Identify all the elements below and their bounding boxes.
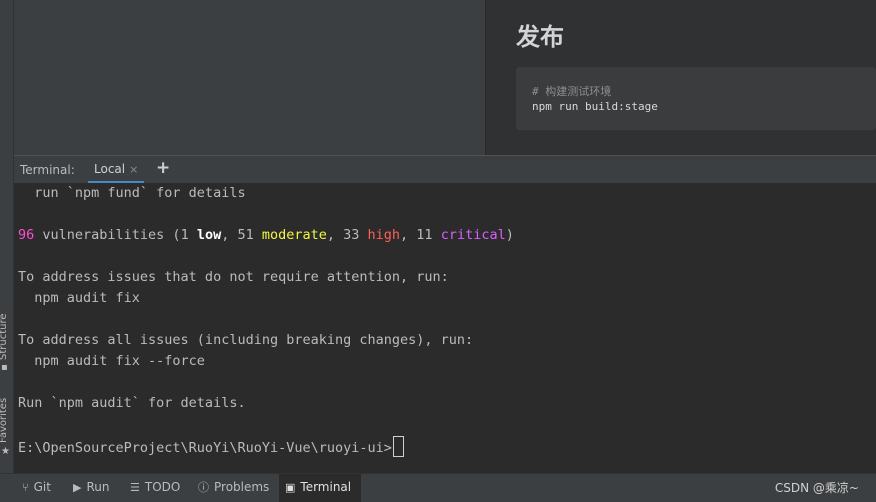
vuln-text-e: ) (505, 227, 514, 243)
structure-tab-label: Structure (0, 313, 9, 360)
tab-local[interactable]: Local × (88, 156, 145, 183)
terminal-prompt-line[interactable]: E:\OpenSourceProject\RuoYi\RuoYi-Vue\ruo… (18, 436, 404, 457)
favorites-tool-tab[interactable]: Favorites ★ (0, 393, 13, 463)
play-icon: ▶ (73, 481, 82, 494)
terminal-line-vulnerabilities: 96 vulnerabilities (1 low, 51 moderate, … (18, 227, 514, 243)
structure-tool-tab[interactable]: Structure ▪ (0, 312, 13, 374)
terminal-cursor (392, 436, 404, 457)
preview-heading: 发布 (516, 22, 564, 51)
tab-local-label: Local (94, 162, 126, 176)
terminal-line-fix1: npm audit fix (18, 290, 140, 306)
watermark: CSDN @乘凉~ (774, 481, 859, 495)
code-block: # 构建测试环境 npm run build:stage (516, 67, 876, 130)
code-command: npm run build:stage (532, 100, 658, 113)
high-label: high (367, 227, 401, 243)
favorites-tab-label: Favorites (0, 397, 9, 443)
code-comment: # 构建测试环境 (532, 85, 612, 98)
vuln-text-c: , 33 (326, 227, 368, 243)
terminal-prompt: E:\OpenSourceProject\RuoYi\RuoYi-Vue\ruo… (18, 440, 392, 456)
structure-icon: ▪ (1, 362, 8, 373)
git-label: Git (33, 480, 51, 494)
tool-tab-todo[interactable]: ☰ TODO (130, 474, 180, 502)
add-terminal-icon[interactable]: + (156, 158, 170, 178)
terminal-line-fund: run `npm fund` for details (18, 185, 246, 201)
tool-tab-problems[interactable]: ⓘ Problems (198, 474, 269, 502)
branch-icon: ⑂ (22, 481, 29, 494)
list-icon: ☰ (130, 481, 140, 494)
moderate-label: moderate (261, 227, 327, 243)
terminal-line-address2: To address all issues (including breakin… (18, 332, 474, 348)
left-tool-gutter: Structure ▪ Favorites ★ (0, 0, 14, 502)
vuln-text-b: , 51 (221, 227, 262, 243)
editor-area (14, 0, 485, 155)
tool-tab-terminal[interactable]: ▣ Terminal (279, 474, 362, 502)
markdown-preview: 发布 # 构建测试环境 npm run build:stage (486, 0, 876, 155)
terminal-icon: ▣ (285, 481, 296, 494)
bottom-tool-bar: ⑂ Git ▶ Run ☰ TODO ⓘ Problems ▣ Terminal CSDN… (0, 473, 876, 502)
run-label: Run (86, 480, 110, 494)
star-icon: ★ (1, 446, 10, 457)
terminal-line-details: Run `npm audit` for details. (18, 395, 246, 411)
low-label: low (196, 227, 222, 243)
vuln-text-d: , 11 (400, 227, 441, 243)
terminal-output[interactable]: run `npm fund` for details 96 vulnerabil… (14, 183, 876, 473)
todo-label: TODO (144, 480, 181, 494)
terminal-line-fix2: npm audit fix --force (18, 353, 205, 369)
terminal-title: Terminal: (20, 163, 75, 177)
problems-label: Problems (214, 480, 270, 494)
info-icon: ⓘ (198, 481, 209, 494)
tool-tab-git[interactable]: ⑂ Git (22, 474, 51, 502)
close-icon[interactable]: × (129, 163, 138, 176)
terminal-line-address1: To address issues that do not require at… (18, 269, 449, 285)
vulnerability-count: 96 (18, 227, 35, 243)
tool-tab-run[interactable]: ▶ Run (73, 474, 109, 502)
vuln-text-a: vulnerabilities (1 (34, 227, 197, 243)
terminal-header: Terminal: Local × + (14, 155, 876, 183)
terminal-tab-label: Terminal (300, 480, 352, 494)
critical-label: critical (440, 227, 506, 243)
